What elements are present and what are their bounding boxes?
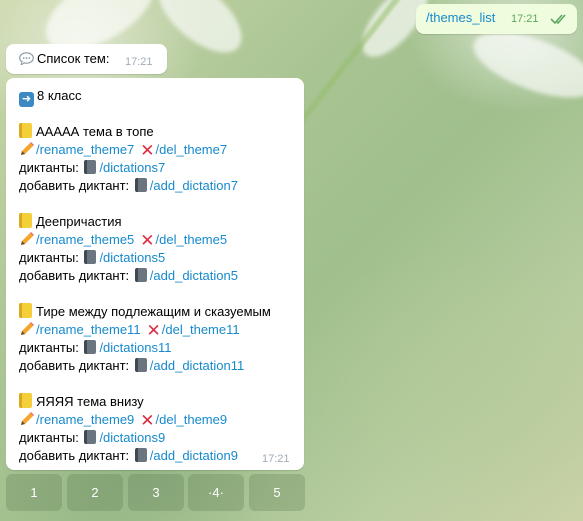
- notebook-icon: [19, 123, 32, 138]
- outgoing-command-text: /themes_list: [426, 10, 496, 25]
- add-dictation-label: добавить диктант:: [19, 358, 130, 373]
- theme-list-message: ➜ 8 класс ААААА тема в топе /rename_theme…: [6, 78, 304, 470]
- theme-block: ЯЯЯЯ тема внизу /rename_theme9 ✕/del_them…: [19, 393, 294, 465]
- speech-balloon-icon: [19, 52, 34, 65]
- pencil-icon: [21, 322, 34, 335]
- dictations-link[interactable]: /dictations5: [99, 250, 165, 265]
- rename-theme-link[interactable]: /rename_theme11: [36, 322, 141, 337]
- delete-theme-link[interactable]: /del_theme9: [156, 412, 228, 427]
- dictations-link[interactable]: /dictations11: [99, 340, 171, 355]
- cross-mark-icon: ✕: [140, 141, 155, 160]
- class-line: ➜ 8 класс: [19, 87, 294, 107]
- dictations-label: диктанты:: [19, 430, 79, 445]
- page-button-5[interactable]: 5: [249, 474, 305, 511]
- dictations-label: диктанты:: [19, 340, 79, 355]
- add-dictation-link[interactable]: /add_dictation7: [150, 178, 238, 193]
- theme-title: ААААА тема в топе: [36, 124, 154, 139]
- notebook-icon: [19, 303, 32, 318]
- add-dictation-link[interactable]: /add_dictation11: [150, 358, 244, 373]
- cross-mark-icon: ✕: [140, 411, 155, 430]
- cross-mark-icon: ✕: [146, 321, 161, 340]
- theme-block: Тире между подлежащим и сказуемым /renam…: [19, 303, 294, 375]
- book-icon: [84, 340, 97, 354]
- double-check-icon: [550, 14, 566, 25]
- pagination-keyboard: 1 2 3 ·4· 5: [4, 474, 309, 514]
- dictations-label: диктанты:: [19, 250, 79, 265]
- cross-mark-icon: ✕: [140, 231, 155, 250]
- book-icon: [134, 268, 147, 282]
- delete-theme-link[interactable]: /del_theme11: [162, 322, 240, 337]
- book-icon: [134, 358, 147, 372]
- theme-title: Тире между подлежащим и сказуемым: [36, 304, 271, 319]
- page-button-1[interactable]: 1: [6, 474, 62, 511]
- dictations-link[interactable]: /dictations9: [99, 430, 165, 445]
- page-button-2[interactable]: 2: [67, 474, 123, 511]
- book-icon: [134, 178, 147, 192]
- class-label: 8 класс: [37, 88, 82, 103]
- theme-list-header-message: Список тем: 17:21: [6, 44, 167, 74]
- header-message-time: 17:21: [125, 56, 153, 68]
- rename-theme-link[interactable]: /rename_theme5: [36, 232, 134, 247]
- delete-theme-link[interactable]: /del_theme5: [156, 232, 228, 247]
- add-dictation-link[interactable]: /add_dictation5: [150, 268, 238, 283]
- book-icon: [84, 250, 97, 264]
- list-message-time: 17:21: [262, 453, 290, 465]
- add-dictation-label: добавить диктант:: [19, 178, 130, 193]
- pencil-icon: [21, 142, 34, 155]
- book-icon: [84, 160, 97, 174]
- outgoing-message: /themes_list 17:21: [416, 4, 577, 34]
- dictations-label: диктанты:: [19, 160, 79, 175]
- delete-theme-link[interactable]: /del_theme7: [156, 142, 228, 157]
- add-dictation-label: добавить диктант:: [19, 268, 130, 283]
- rename-theme-link[interactable]: /rename_theme7: [36, 142, 134, 157]
- notebook-icon: [19, 393, 32, 408]
- pencil-icon: [21, 412, 34, 425]
- page-button-3[interactable]: 3: [128, 474, 184, 511]
- add-dictation-link[interactable]: /add_dictation9: [150, 448, 238, 463]
- pencil-icon: [21, 232, 34, 245]
- notebook-icon: [19, 213, 32, 228]
- header-message-text: Список тем:: [37, 51, 110, 66]
- theme-title: Деепричастия: [36, 214, 122, 229]
- right-arrow-icon: ➜: [19, 92, 34, 107]
- rename-theme-link[interactable]: /rename_theme9: [36, 412, 134, 427]
- add-dictation-label: добавить диктант:: [19, 448, 130, 463]
- theme-title: ЯЯЯЯ тема внизу: [36, 394, 144, 409]
- outgoing-time: 17:21: [511, 13, 539, 25]
- book-icon: [134, 448, 147, 462]
- page-button-current[interactable]: ·4·: [188, 474, 244, 511]
- dictations-link[interactable]: /dictations7: [99, 160, 165, 175]
- book-icon: [84, 430, 97, 444]
- theme-block: ААААА тема в топе /rename_theme7 ✕/del_th…: [19, 123, 294, 195]
- theme-block: Деепричастия /rename_theme5 ✕/del_theme5 …: [19, 213, 294, 285]
